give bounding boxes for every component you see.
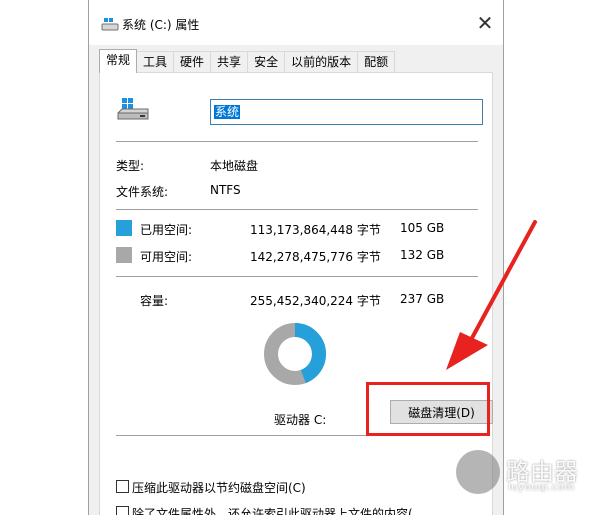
- tab-security[interactable]: 安全: [247, 51, 286, 73]
- separator: [116, 435, 478, 436]
- drive-name-input[interactable]: 系统: [210, 99, 483, 125]
- tab-hardware[interactable]: 硬件: [173, 51, 212, 73]
- close-icon: ✕: [476, 11, 494, 35]
- tab-sharing[interactable]: 共享: [210, 51, 249, 73]
- tab-previous-versions[interactable]: 以前的版本: [284, 51, 359, 73]
- used-space-swatch: [116, 220, 132, 236]
- capacity-label: 容量:: [140, 294, 169, 308]
- watermark: 路由器 luyouqi.com: [456, 450, 586, 500]
- router-logo-icon: [456, 450, 500, 494]
- drive-icon: [101, 18, 119, 31]
- compress-option-label: 压缩此驱动器以节约磁盘空间(C): [132, 481, 306, 495]
- type-label: 类型:: [116, 159, 145, 173]
- used-space-bytes: 113,173,864,448 字节: [250, 223, 381, 237]
- drive-name-text: 系统: [214, 105, 241, 119]
- separator: [116, 276, 478, 277]
- disk-cleanup-button[interactable]: 磁盘清理(D): [390, 400, 493, 424]
- used-space-label: 已用空间:: [140, 223, 193, 237]
- free-space-size: 132 GB: [400, 248, 445, 262]
- close-button[interactable]: ✕: [467, 8, 503, 38]
- drive-letter-label: 驱动器 C:: [274, 413, 327, 427]
- tab-general[interactable]: 常规: [99, 49, 138, 73]
- compress-checkbox[interactable]: [116, 480, 129, 493]
- disk-usage-donut: [264, 323, 326, 385]
- separator: [116, 141, 478, 142]
- file-system-label: 文件系统:: [116, 185, 169, 199]
- properties-window: 系统 (C:) 属性 ✕ 常规 工具 硬件 共享 安全 以前的版本 配额 系统 …: [88, 0, 504, 515]
- free-space-swatch: [116, 247, 132, 263]
- watermark-subtitle: luyouqi.com: [508, 482, 575, 493]
- general-panel: 系统 类型: 本地磁盘 文件系统: NTFS 已用空间: 113,173,864…: [99, 72, 493, 515]
- type-value: 本地磁盘: [210, 159, 259, 173]
- capacity-size: 237 GB: [400, 292, 445, 306]
- hard-drive-icon: [117, 98, 149, 120]
- free-space-bytes: 142,278,475,776 字节: [250, 250, 381, 264]
- tab-quota[interactable]: 配额: [357, 51, 396, 73]
- free-space-label: 可用空间:: [140, 250, 193, 264]
- capacity-bytes: 255,452,340,224 字节: [250, 294, 381, 308]
- tab-bar: 常规 工具 硬件 共享 安全 以前的版本 配额: [99, 49, 396, 73]
- index-checkbox[interactable]: [116, 506, 129, 515]
- used-space-size: 105 GB: [400, 221, 445, 235]
- file-system-value: NTFS: [210, 183, 241, 197]
- separator: [116, 209, 478, 210]
- tab-tools[interactable]: 工具: [136, 51, 175, 73]
- window-title: 系统 (C:) 属性: [122, 18, 200, 32]
- index-option-label: 除了文件属性外，还允许索引此驱动器上文件的内容(: [132, 507, 413, 515]
- title-bar: 系统 (C:) 属性 ✕: [89, 0, 503, 45]
